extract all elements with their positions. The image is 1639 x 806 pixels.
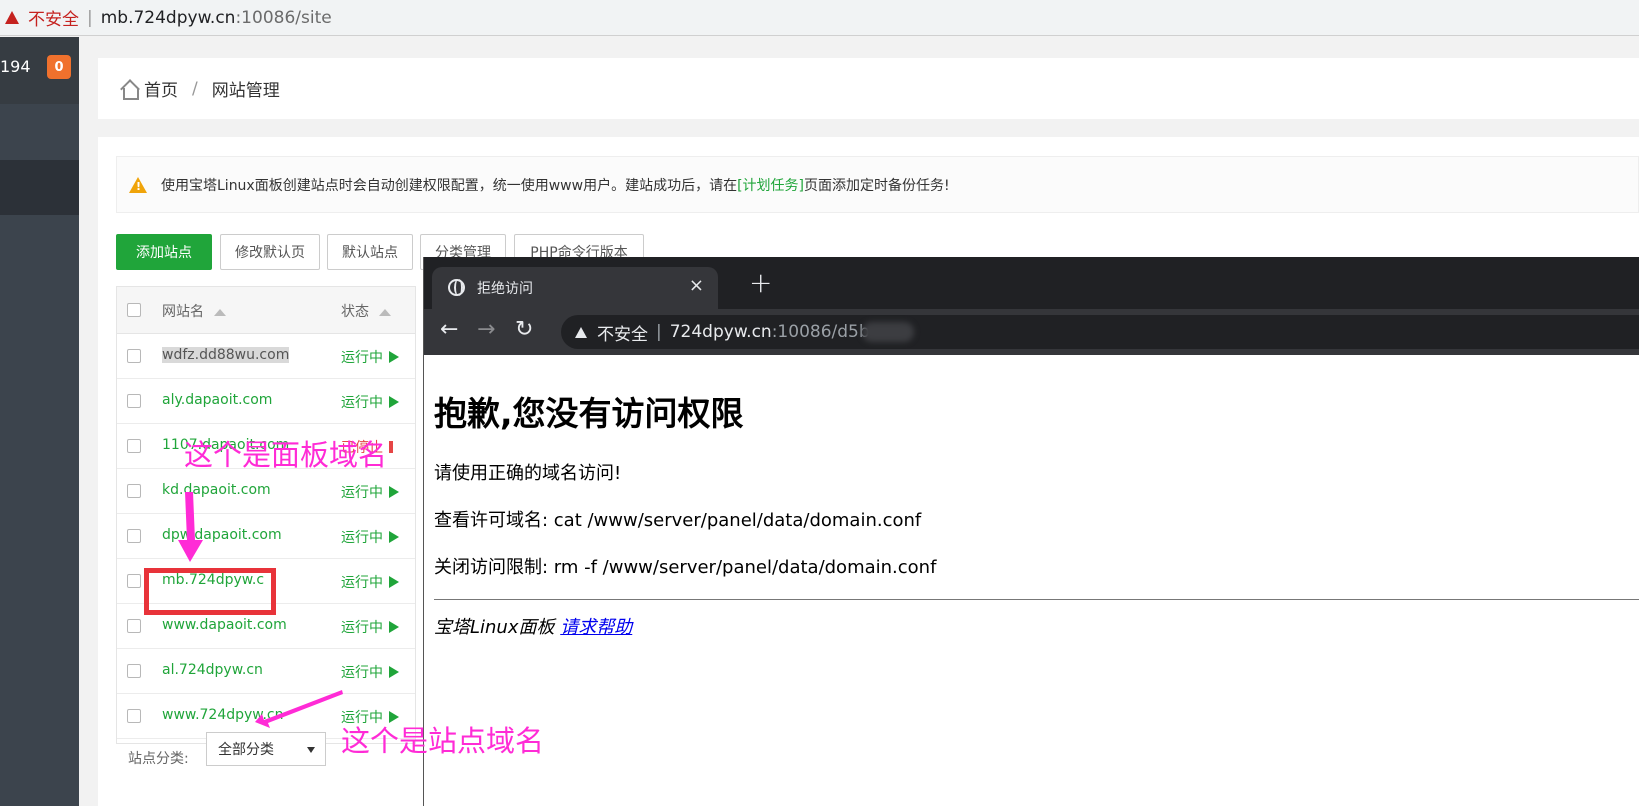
arrow-left-icon — [255, 690, 343, 728]
arrow-down-icon — [178, 492, 203, 562]
annotation-panel-domain: 这个是面板域名 — [184, 438, 388, 472]
screenshot-root: { "address_bar": { "insecure_label": "不安… — [0, 0, 1639, 806]
annotation-site-domain: 这个是站点域名 — [341, 724, 545, 758]
annotation-arrows — [178, 492, 343, 728]
